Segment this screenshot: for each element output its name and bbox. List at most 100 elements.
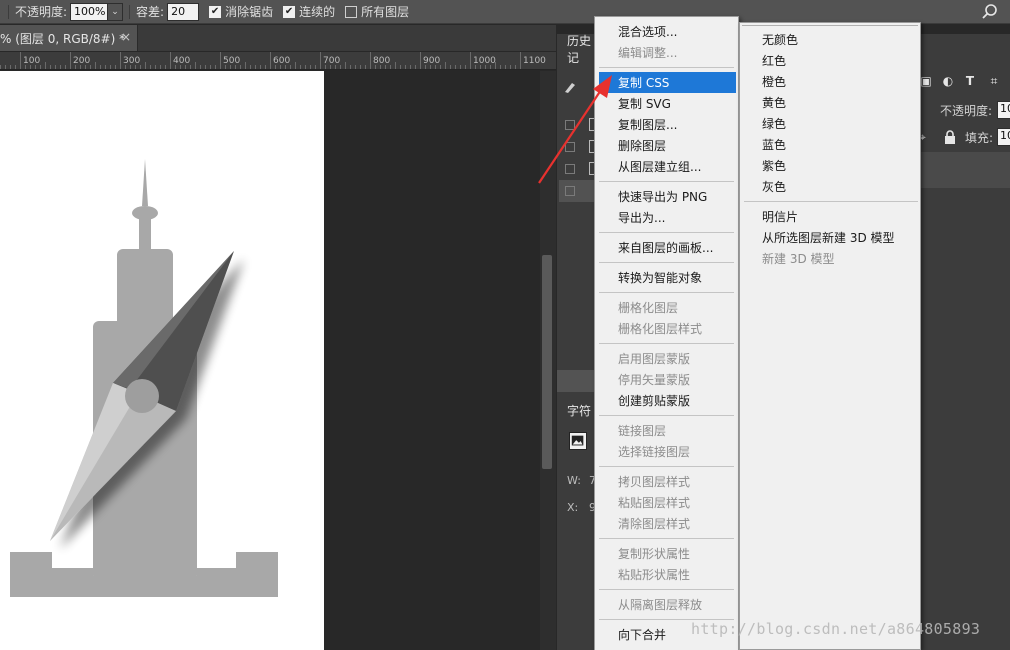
options-bar-divider bbox=[129, 4, 131, 19]
ruler-minor-tick bbox=[305, 65, 306, 69]
x-label: X: bbox=[567, 501, 579, 514]
ruler-tick: 900 bbox=[420, 52, 440, 69]
ruler-minor-tick bbox=[450, 65, 451, 69]
menu-item: 清除图层样式 bbox=[618, 517, 691, 531]
tolerance-input[interactable]: 20 bbox=[167, 2, 200, 21]
close-icon[interactable]: × bbox=[121, 30, 131, 44]
menu-separator bbox=[599, 466, 734, 467]
menu-item[interactable]: 来自图层的画板... bbox=[595, 237, 738, 258]
ruler-minor-tick bbox=[215, 65, 216, 69]
ruler-minor-tick bbox=[380, 65, 381, 69]
layer-opacity-input[interactable]: 10 bbox=[997, 101, 1010, 119]
ruler-minor-tick bbox=[400, 65, 401, 69]
menu-item[interactable]: 红色 bbox=[740, 50, 920, 71]
menu-item[interactable]: 灰色 bbox=[740, 176, 920, 197]
menu-item[interactable]: 无颜色 bbox=[740, 29, 920, 50]
menu-item[interactable]: 导出为... bbox=[595, 207, 738, 228]
menu-item[interactable]: 蓝色 bbox=[740, 134, 920, 155]
ruler-minor-tick bbox=[25, 65, 26, 69]
menu-item: 编辑调整... bbox=[618, 46, 678, 60]
chevron-down-icon: ⌄ bbox=[111, 6, 119, 17]
compass-tower-artwork bbox=[10, 159, 278, 597]
ruler-tick: 1100 bbox=[520, 52, 546, 69]
ruler-minor-tick bbox=[140, 65, 141, 69]
all-layers-checkbox[interactable] bbox=[345, 5, 358, 18]
ruler-minor-tick bbox=[155, 65, 156, 69]
ruler-minor-tick bbox=[505, 65, 506, 69]
ruler-minor-tick bbox=[465, 65, 466, 69]
ruler-minor-tick bbox=[315, 65, 316, 69]
menu-item[interactable]: 紫色 bbox=[740, 155, 920, 176]
ruler-minor-tick bbox=[65, 65, 66, 69]
ruler-minor-tick bbox=[445, 62, 446, 69]
ruler-tick: 800 bbox=[370, 52, 390, 69]
ruler-minor-tick bbox=[45, 62, 46, 69]
ruler-minor-tick bbox=[285, 65, 286, 69]
ruler-minor-tick bbox=[375, 65, 376, 69]
contiguous-checkbox[interactable]: ✔ bbox=[283, 5, 296, 18]
ruler-minor-tick bbox=[415, 65, 416, 69]
antialias-label: 消除锯齿 bbox=[225, 5, 274, 19]
ruler-minor-tick bbox=[245, 62, 246, 69]
menu-separator bbox=[599, 589, 734, 590]
ruler-minor-tick bbox=[145, 62, 146, 69]
ruler-minor-tick bbox=[10, 65, 11, 69]
ruler-minor-tick bbox=[80, 65, 81, 69]
ruler-minor-tick bbox=[500, 65, 501, 69]
menu-item[interactable]: 混合选项... bbox=[595, 21, 738, 42]
opacity-dropdown-button[interactable]: ⌄ bbox=[108, 2, 124, 21]
search-icon[interactable] bbox=[980, 2, 1000, 22]
ruler-minor-tick bbox=[210, 65, 211, 69]
filter-pixel-icon[interactable]: ▣ bbox=[919, 74, 933, 88]
ruler-minor-tick bbox=[5, 65, 6, 69]
menu-item[interactable]: 橙色 bbox=[740, 71, 920, 92]
ruler-minor-tick bbox=[300, 65, 301, 69]
menu-separator bbox=[599, 415, 734, 416]
ruler-minor-tick bbox=[410, 65, 411, 69]
ruler-minor-tick bbox=[225, 65, 226, 69]
fill-label: 填充: bbox=[965, 130, 994, 145]
opacity-input[interactable]: 100% bbox=[70, 2, 109, 21]
ruler-minor-tick bbox=[180, 65, 181, 69]
ruler-minor-tick bbox=[205, 65, 206, 69]
menu-separator bbox=[599, 343, 734, 344]
filter-adjustment-icon[interactable]: ◐ bbox=[941, 74, 955, 88]
ruler-tick: 200 bbox=[70, 52, 90, 69]
menu-item: 拷贝图层样式 bbox=[618, 475, 691, 489]
menu-item: 栅格化图层 bbox=[618, 301, 679, 315]
fill-input[interactable]: 10 bbox=[997, 128, 1010, 146]
menu-item: 选择链接图层 bbox=[618, 445, 691, 459]
scrollbar-thumb[interactable] bbox=[542, 255, 552, 469]
menu-item[interactable]: 明信片 bbox=[740, 206, 920, 227]
menu-item: 新建 3D 模型 bbox=[762, 252, 835, 266]
ruler-minor-tick bbox=[190, 65, 191, 69]
ruler-minor-tick bbox=[425, 65, 426, 69]
filter-shape-icon[interactable]: ⌗ bbox=[987, 74, 1001, 88]
lock-icon[interactable] bbox=[944, 130, 956, 144]
menu-item[interactable]: 转换为智能对象 bbox=[595, 267, 738, 288]
menu-item[interactable]: 绿色 bbox=[740, 113, 920, 134]
ruler-minor-tick bbox=[290, 65, 291, 69]
tab-history[interactable]: 历史记 bbox=[557, 34, 597, 65]
filter-type-icon[interactable]: T bbox=[963, 74, 977, 88]
ruler-minor-tick bbox=[240, 65, 241, 69]
menu-item[interactable]: 黄色 bbox=[740, 92, 920, 113]
horizontal-ruler[interactable]: 100 200 300 400 500 600 700 800 900 1000 1100 bbox=[0, 52, 556, 70]
ruler-minor-tick bbox=[95, 62, 96, 69]
ruler-minor-tick bbox=[85, 65, 86, 69]
ruler-minor-tick bbox=[330, 65, 331, 69]
ruler-minor-tick bbox=[30, 65, 31, 69]
antialias-checkbox[interactable]: ✔ bbox=[209, 5, 222, 18]
ruler-minor-tick bbox=[135, 65, 136, 69]
canvas-area[interactable] bbox=[0, 71, 540, 650]
document-tab[interactable]: % (图层 0, RGB/8#) * × bbox=[0, 25, 138, 51]
menu-separator bbox=[744, 201, 918, 202]
ruler-minor-tick bbox=[390, 65, 391, 69]
image-icon[interactable] bbox=[569, 432, 587, 450]
all-layers-label: 所有图层 bbox=[361, 5, 410, 19]
menu-item[interactable]: 创建剪贴蒙版 bbox=[595, 390, 738, 411]
ruler-minor-tick bbox=[250, 65, 251, 69]
menu-separator bbox=[599, 67, 734, 68]
menu-item[interactable]: 从所选图层新建 3D 模型 bbox=[740, 227, 920, 248]
ruler-minor-tick bbox=[515, 65, 516, 69]
